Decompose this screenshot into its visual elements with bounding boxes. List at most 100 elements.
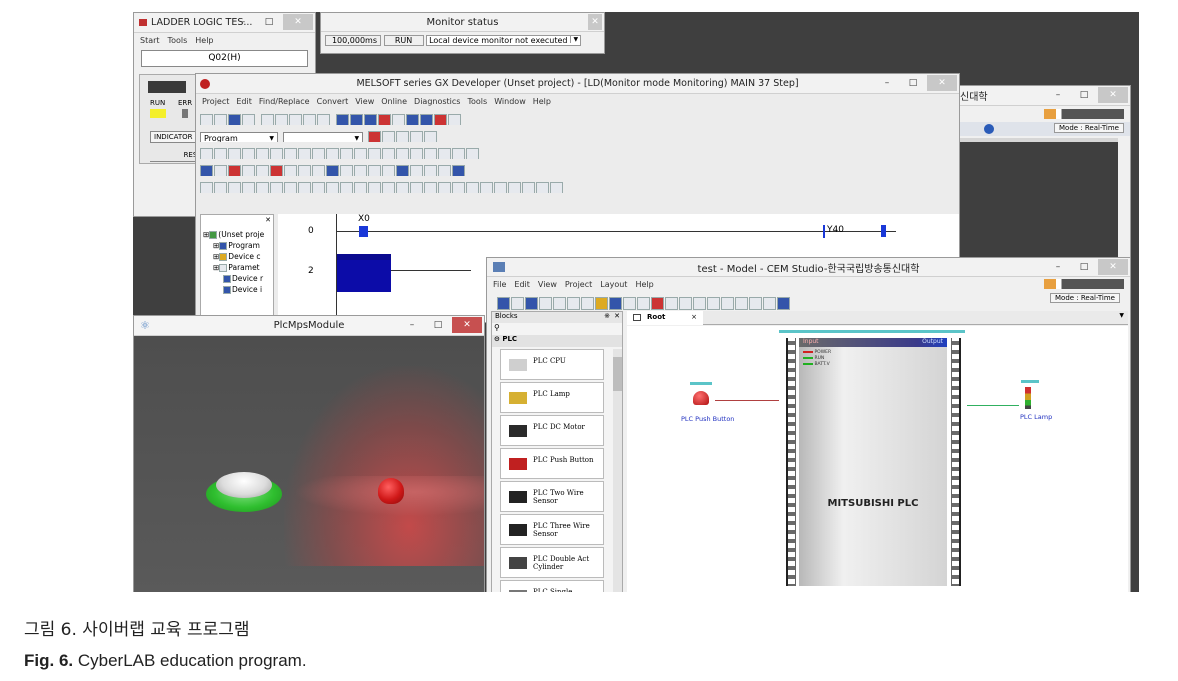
tree-item-program[interactable]: ⊞ Program xyxy=(201,240,273,251)
block-item[interactable]: PLC Single xyxy=(500,580,604,592)
edit-icon[interactable] xyxy=(665,297,678,310)
hline-icon[interactable] xyxy=(284,148,297,159)
register-icon[interactable] xyxy=(312,165,325,176)
distribute-icon[interactable] xyxy=(763,297,776,310)
plc-block[interactable]: Input Output POWER RUN BATT.V MITSUBISHI… xyxy=(777,330,967,586)
monitor-mode-icon[interactable] xyxy=(340,182,353,193)
contact-nc-icon[interactable] xyxy=(228,148,241,159)
timer-icon[interactable] xyxy=(326,165,339,176)
line-delete-icon[interactable] xyxy=(424,148,437,159)
push-button-cap[interactable] xyxy=(216,472,272,498)
function-icon[interactable] xyxy=(270,148,283,159)
blocks-search[interactable]: ⚲ xyxy=(492,323,622,335)
maximize-button[interactable]: □ xyxy=(901,75,925,91)
block-item[interactable]: PLC Two Wire Sensor xyxy=(500,481,604,512)
close-button[interactable]: ✕ xyxy=(588,14,602,30)
menu-project[interactable]: Project xyxy=(202,97,229,106)
align-bottom-icon[interactable] xyxy=(749,297,762,310)
counter-icon[interactable] xyxy=(340,165,353,176)
coil-icon[interactable] xyxy=(256,148,269,159)
new-file-icon[interactable] xyxy=(200,114,213,125)
copy-icon[interactable] xyxy=(553,297,566,310)
menu-tools[interactable]: Tools xyxy=(168,36,188,45)
device-test-icon[interactable] xyxy=(410,182,423,193)
option-icon[interactable] xyxy=(508,182,521,193)
help-icon[interactable] xyxy=(984,124,994,134)
blocks-scrollbar[interactable] xyxy=(613,349,622,592)
align-top-icon[interactable] xyxy=(721,297,734,310)
contact-nc-parallel-icon[interactable] xyxy=(242,148,255,159)
rising-icon[interactable] xyxy=(340,148,353,159)
menu-project[interactable]: Project xyxy=(565,280,592,289)
branch-icon[interactable] xyxy=(452,148,465,159)
align-right-icon[interactable] xyxy=(707,297,720,310)
menu-edit[interactable]: Edit xyxy=(236,97,252,106)
falling-parallel-icon[interactable] xyxy=(382,148,395,159)
list-icon[interactable] xyxy=(410,165,423,176)
contact-x0[interactable] xyxy=(359,226,368,237)
delete-hline-icon[interactable] xyxy=(312,148,325,159)
actual-size-icon[interactable] xyxy=(581,297,594,310)
copy-icon[interactable] xyxy=(275,114,289,125)
trace-icon[interactable] xyxy=(382,165,395,176)
tab-root[interactable]: Root × xyxy=(627,311,703,325)
menu-find-replace[interactable]: Find/Replace xyxy=(259,97,310,106)
close-button[interactable]: ✕ xyxy=(1098,259,1128,275)
minimize-button[interactable]: – xyxy=(231,14,255,30)
tree-item-device-comment[interactable]: ⊞ Device c xyxy=(201,251,273,262)
entry-icon[interactable] xyxy=(242,165,255,176)
cut-icon[interactable] xyxy=(539,297,552,310)
tree-item-device-memory[interactable]: Device r xyxy=(201,273,273,284)
paste-icon[interactable] xyxy=(567,297,580,310)
tree-item-device-init[interactable]: Device i xyxy=(201,284,273,295)
find-icon[interactable] xyxy=(396,165,409,176)
comment-icon[interactable] xyxy=(368,131,382,142)
open-file-icon[interactable] xyxy=(214,114,227,125)
tree-item-project[interactable]: ⊞ (Unset proje xyxy=(201,229,273,240)
label-icon[interactable] xyxy=(466,182,479,193)
program-name-select[interactable]: ▼ xyxy=(283,131,364,142)
block-item[interactable]: PLC Push Button xyxy=(500,448,604,479)
block-item[interactable]: PLC Lamp xyxy=(500,382,604,413)
used-device-icon[interactable] xyxy=(438,165,451,176)
save-icon[interactable] xyxy=(228,114,241,125)
write-icon[interactable] xyxy=(392,114,406,125)
monitor-all-icon[interactable] xyxy=(298,182,311,193)
open-icon[interactable] xyxy=(511,297,524,310)
undo-icon[interactable] xyxy=(303,114,317,125)
buffer-icon[interactable] xyxy=(298,165,311,176)
alias-icon[interactable] xyxy=(410,131,424,142)
read-icon[interactable] xyxy=(406,114,420,125)
minimize-button[interactable]: – xyxy=(1046,259,1070,275)
verify-icon[interactable] xyxy=(420,114,434,125)
menu-view[interactable]: View xyxy=(538,280,557,289)
close-button[interactable]: ✕ xyxy=(452,317,482,333)
step-run-icon[interactable] xyxy=(354,165,367,176)
sampling-icon[interactable] xyxy=(368,165,381,176)
blocks-group-header[interactable]: ⊝ PLC xyxy=(492,335,622,347)
paste-icon[interactable] xyxy=(289,114,303,125)
menu-layout[interactable]: Layout xyxy=(600,280,627,289)
contact-parallel-icon[interactable] xyxy=(214,148,227,159)
align-left-icon[interactable] xyxy=(679,297,692,310)
lamp-block[interactable] xyxy=(1017,380,1047,416)
partial-icon[interactable] xyxy=(438,182,451,193)
write-mode-icon[interactable] xyxy=(312,182,325,193)
transfer-icon[interactable] xyxy=(214,165,227,176)
redo-icon[interactable] xyxy=(317,114,331,125)
menu-view[interactable]: View xyxy=(355,97,374,106)
cross-ref-icon[interactable] xyxy=(424,165,437,176)
pin-icon[interactable]: ※ xyxy=(604,312,610,320)
menu-help[interactable]: Help xyxy=(533,97,551,106)
zoom-icon[interactable] xyxy=(434,114,448,125)
batch-icon[interactable] xyxy=(256,165,269,176)
monitor-write-icon[interactable] xyxy=(354,182,367,193)
invert-icon[interactable] xyxy=(396,148,409,159)
menu-diagnostics[interactable]: Diagnostics xyxy=(414,97,460,106)
reset-icon[interactable] xyxy=(536,182,549,193)
zoom-view-icon[interactable] xyxy=(256,182,269,193)
monitor-start-icon[interactable] xyxy=(270,182,283,193)
contact-no-icon[interactable] xyxy=(200,148,213,159)
close-icon[interactable]: ✕ xyxy=(265,215,271,226)
coil-y40[interactable]: Y40 xyxy=(823,225,865,238)
